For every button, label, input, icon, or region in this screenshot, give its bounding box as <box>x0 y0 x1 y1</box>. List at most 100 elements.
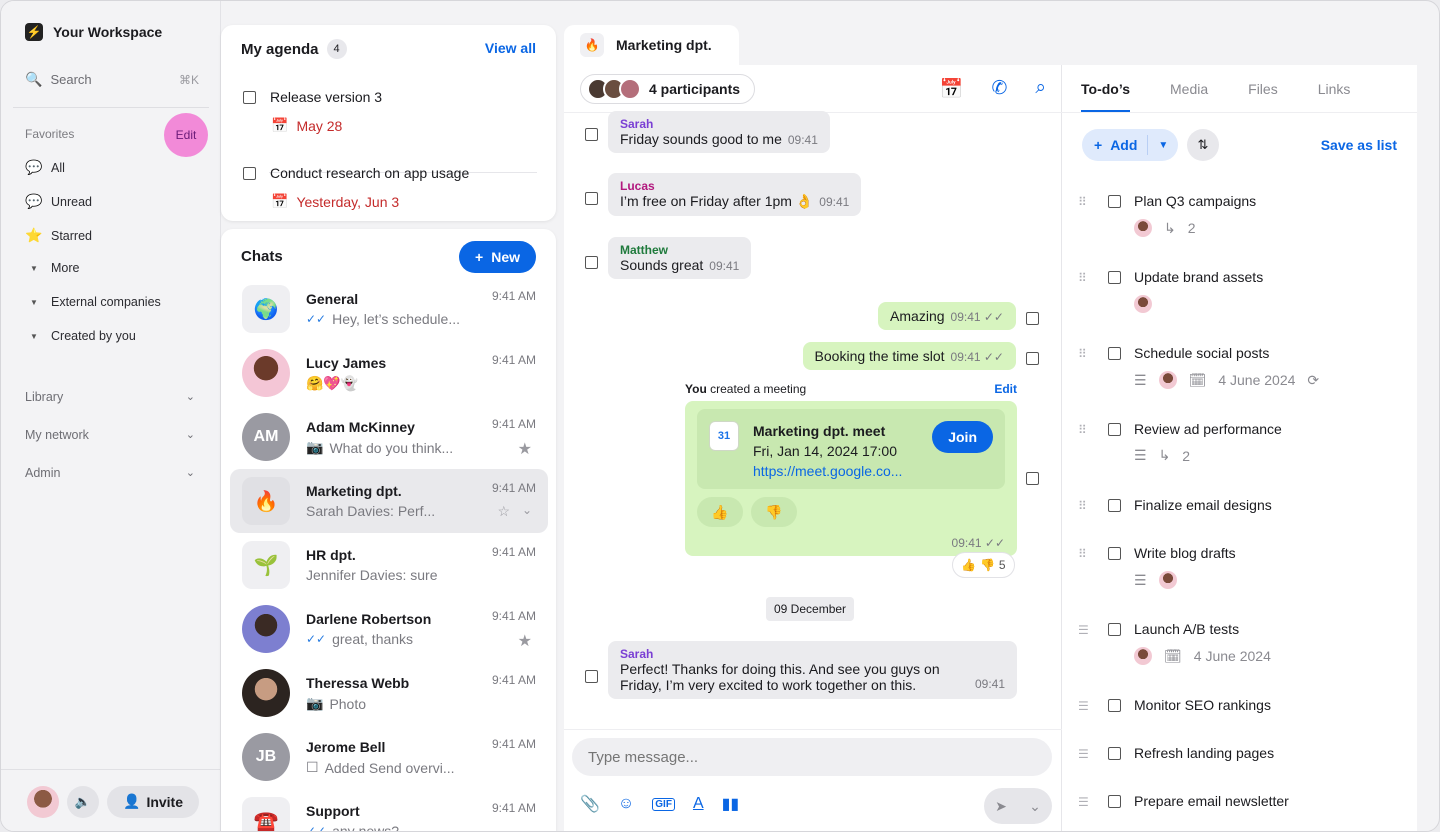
tab-files[interactable]: Files <box>1248 65 1278 112</box>
sidebar-item-created-by-you[interactable]: ▼ Created by you <box>25 329 136 343</box>
text-format-icon[interactable]: A <box>693 795 704 813</box>
reaction-summary[interactable]: 👍 👎 5 <box>952 552 1015 578</box>
message-input[interactable] <box>572 738 1052 776</box>
workspace-switcher[interactable]: ⚡ Your Workspace <box>25 23 162 41</box>
chat-row-marketing-dpt[interactable]: 🔥 Marketing dpt. Sarah Davies: Perf... 9… <box>230 469 548 533</box>
chat-row-adam-mckinney[interactable]: AM Adam McKinney 📷 What do you think... 9… <box>230 405 548 469</box>
message-select-checkbox[interactable] <box>585 256 598 269</box>
new-chat-button[interactable]: + New <box>459 241 536 273</box>
drag-handle-icon[interactable]: ⠿ <box>1078 547 1087 561</box>
chat-row-support[interactable]: ☎️ Support ✓✓ any news? 9:41 AM <box>230 789 548 831</box>
agenda-item-title[interactable]: Conduct research on app usage <box>270 165 469 181</box>
todo-title[interactable]: Plan Q3 campaigns <box>1134 193 1256 209</box>
tab-links[interactable]: Links <box>1318 65 1351 112</box>
drag-handle-icon[interactable]: ⠿ <box>1078 347 1087 361</box>
sidebar-item-more[interactable]: ▼ More <box>25 261 79 275</box>
tab-marketing-dpt[interactable]: 🔥 Marketing dpt. <box>564 25 739 65</box>
search-icon[interactable]: ⌕ <box>1035 77 1046 101</box>
drag-handle-icon[interactable]: ☰ <box>1078 699 1089 713</box>
chat-row-lucy-james[interactable]: Lucy James 🤗💖👻 9:41 AM <box>230 341 548 405</box>
tab-todos[interactable]: To-do’s <box>1081 65 1130 112</box>
todo-checkbox[interactable] <box>1108 747 1121 760</box>
todo-title[interactable]: Prepare email newsletter <box>1134 793 1289 809</box>
message-select-checkbox[interactable] <box>1026 312 1039 325</box>
avatar <box>1134 295 1152 313</box>
save-as-list-link[interactable]: Save as list <box>1321 137 1397 153</box>
chat-row-hr-dpt[interactable]: 🌱 HR dpt. Jennifer Davies: sure 9:41 AM <box>230 533 548 597</box>
calendar-add-icon[interactable]: 📅 <box>940 77 964 101</box>
drag-handle-icon[interactable]: ⠿ <box>1078 423 1087 437</box>
message-select-checkbox[interactable] <box>585 670 598 683</box>
edit-meeting-link[interactable]: Edit <box>994 382 1017 396</box>
drag-handle-icon[interactable]: ⠿ <box>1078 271 1087 285</box>
thumbs-up-icon[interactable]: 👍 <box>697 497 743 527</box>
agenda-checkbox[interactable] <box>243 90 256 104</box>
todo-title[interactable]: Schedule social posts <box>1134 345 1269 361</box>
todo-title[interactable]: Launch A/B tests <box>1134 621 1239 637</box>
todo-checkbox[interactable] <box>1108 423 1121 436</box>
todo-checkbox[interactable] <box>1108 699 1121 712</box>
todo-checkbox[interactable] <box>1108 271 1121 284</box>
star-outline-icon[interactable]: ☆ <box>497 503 510 520</box>
message-bubble: Lucas I’m free on Friday after 1pm 👌 09:4… <box>608 173 862 216</box>
todo-checkbox[interactable] <box>1108 623 1121 636</box>
sidebar-section-my-network[interactable]: My network ⌄ <box>25 428 195 442</box>
agenda-item-title[interactable]: Release version 3 <box>270 89 382 105</box>
sort-icon[interactable]: ⇅ <box>1187 129 1219 161</box>
drag-handle-icon[interactable]: ⠿ <box>1078 499 1087 513</box>
agenda-checkbox[interactable] <box>243 166 256 180</box>
poll-icon[interactable]: ▮▮ <box>722 794 740 814</box>
todo-checkbox[interactable] <box>1108 195 1121 208</box>
sidebar-item-all[interactable]: 💬 All <box>25 159 65 176</box>
view-all-link[interactable]: View all <box>485 40 536 56</box>
message-select-checkbox[interactable] <box>585 128 598 141</box>
add-todo-button[interactable]: + Add <box>1082 137 1147 153</box>
drag-handle-icon[interactable]: ☰ <box>1078 795 1089 809</box>
phone-icon[interactable]: ✆ <box>991 77 1007 101</box>
user-avatar[interactable] <box>27 785 59 818</box>
chat-row-theressa-webb[interactable]: Theressa Webb 📷 Photo 9:41 AM <box>230 661 548 725</box>
chevron-down-icon[interactable]: ▼ <box>1147 135 1178 155</box>
gif-icon[interactable]: GIF <box>652 797 675 811</box>
message-select-checkbox[interactable] <box>585 192 598 205</box>
paperclip-icon[interactable]: 📎 <box>580 794 600 814</box>
chat-row-darlene-robertson[interactable]: Darlene Robertson ✓✓ great, thanks 9:41 A… <box>230 597 548 661</box>
sidebar-item-unread[interactable]: 💬 Unread <box>25 193 92 210</box>
todo-checkbox[interactable] <box>1108 547 1121 560</box>
chevron-down-icon[interactable]: ⌄ <box>522 503 532 517</box>
drag-handle-icon[interactable]: ⠿ <box>1078 195 1087 209</box>
thumbs-down-icon[interactable]: 👎 <box>751 497 797 527</box>
todo-title[interactable]: Update brand assets <box>1134 269 1263 285</box>
chevron-down-icon[interactable]: ⌄ <box>1029 798 1041 815</box>
tab-media[interactable]: Media <box>1170 65 1208 112</box>
message-select-checkbox[interactable] <box>1026 472 1039 485</box>
chat-row-jerome-bell[interactable]: JB Jerome Bell ☐ Added Send overvi... 9:4… <box>230 725 548 789</box>
todo-title[interactable]: Monitor SEO rankings <box>1134 697 1271 713</box>
sidebar-section-library[interactable]: Library ⌄ <box>25 390 195 404</box>
sidebar-search[interactable]: 🔍 Search ⌘K <box>25 71 199 88</box>
todo-title[interactable]: Review ad performance <box>1134 421 1282 437</box>
drag-handle-icon[interactable]: ☰ <box>1078 623 1089 637</box>
message-select-checkbox[interactable] <box>1026 352 1039 365</box>
todo-checkbox[interactable] <box>1108 499 1121 512</box>
participants-button[interactable]: 4 participants <box>580 74 756 104</box>
send-icon[interactable]: ➤ <box>995 798 1007 815</box>
todo-title[interactable]: Write blog drafts <box>1134 545 1236 561</box>
todo-checkbox[interactable] <box>1108 347 1121 360</box>
drag-handle-icon[interactable]: ☰ <box>1078 747 1089 761</box>
todo-title[interactable]: Refresh landing pages <box>1134 745 1274 761</box>
invite-button[interactable]: 👤 Invite <box>107 785 200 818</box>
star-icon[interactable]: ★ <box>518 631 532 651</box>
speaker-icon[interactable]: 🔈 <box>67 785 99 818</box>
emoji-icon[interactable]: ☺ <box>618 795 634 813</box>
star-icon[interactable]: ★ <box>518 439 532 459</box>
join-button[interactable]: Join <box>932 421 993 453</box>
todo-checkbox[interactable] <box>1108 795 1121 808</box>
sidebar-item-external-companies[interactable]: ▼ External companies <box>25 295 161 309</box>
meeting-link[interactable]: https://meet.google.co... <box>753 463 902 479</box>
sidebar-item-starred[interactable]: ⭐ Starred <box>25 227 92 244</box>
chat-row-general[interactable]: 🌍 General ✓✓ Hey, let’s schedule... 9:41 … <box>230 277 548 341</box>
todo-title[interactable]: Finalize email designs <box>1134 497 1272 513</box>
sidebar-section-admin[interactable]: Admin ⌄ <box>25 466 195 480</box>
edit-favorites-button[interactable]: Edit <box>164 113 208 157</box>
